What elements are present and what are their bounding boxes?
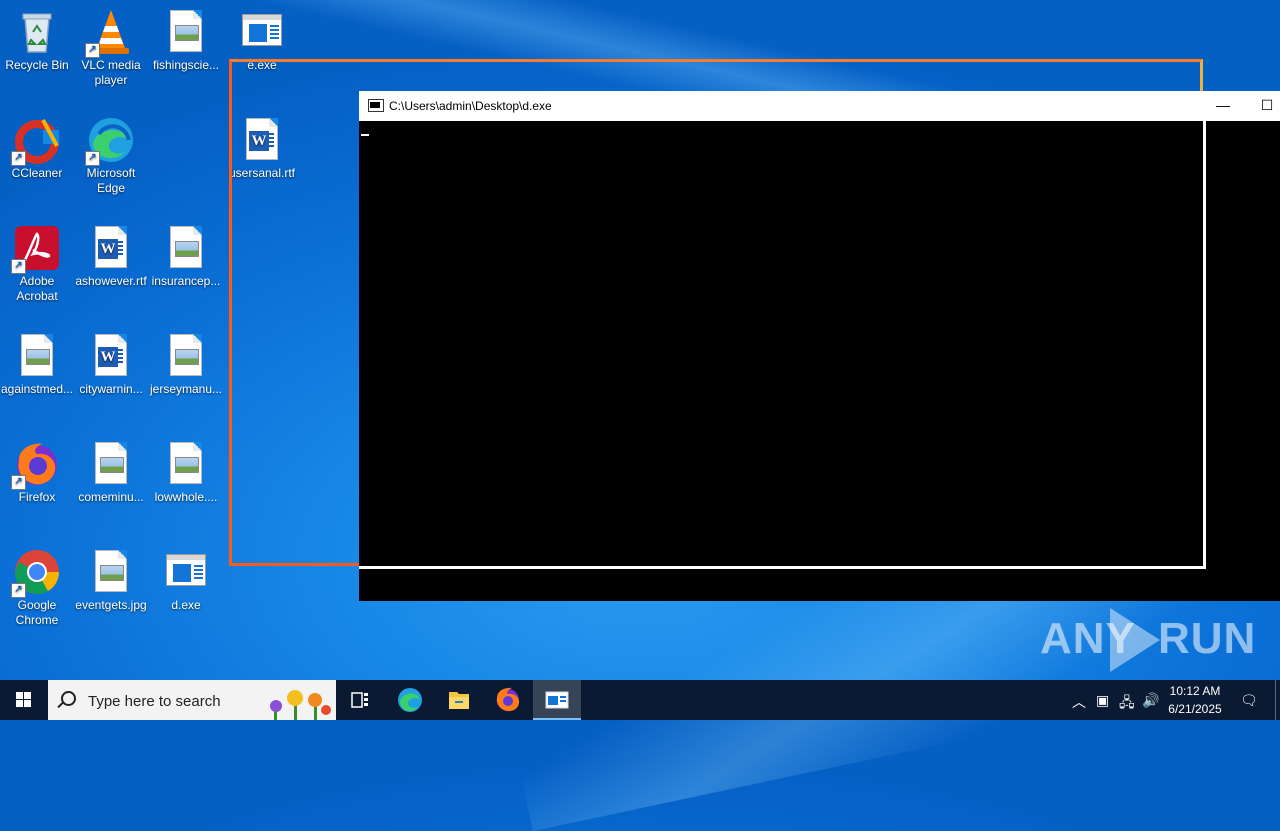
image-file-icon: [162, 440, 210, 488]
image-file-icon: [162, 8, 210, 56]
desktop-icon-firefox[interactable]: ↗ Firefox: [0, 440, 75, 505]
desktop-icon-google-chrome[interactable]: ↗ Google Chrome: [0, 548, 75, 628]
desktop-icon-label: VLC media player: [81, 58, 141, 87]
desktop-icon-label: Microsoft Edge: [86, 166, 136, 195]
taskbar-console[interactable]: [533, 680, 581, 720]
desktop-icon-d-exe[interactable]: d.exe: [148, 548, 224, 613]
start-button[interactable]: [0, 680, 48, 720]
console-window[interactable]: C:\Users\admin\Desktop\d.exe — ☐: [359, 91, 1280, 601]
windows-logo-icon: [16, 692, 32, 708]
console-title-bar[interactable]: C:\Users\admin\Desktop\d.exe — ☐: [359, 91, 1280, 121]
desktop-icon-label: againstmed...: [0, 382, 74, 396]
desktop-icon-label: lowwhole....: [154, 490, 218, 504]
text-cursor: [361, 134, 369, 136]
meet-now-icon[interactable]: ▣: [1096, 692, 1109, 709]
desktop-icon-label: Recycle Bin: [5, 58, 69, 72]
desktop-icon-jerseymanu[interactable]: jerseymanu...: [148, 332, 224, 397]
desktop-icon-label: Google Chrome: [15, 598, 59, 627]
minimize-button[interactable]: —: [1200, 91, 1246, 121]
word-file-icon: W: [87, 224, 135, 272]
taskbar-firefox[interactable]: [484, 680, 532, 720]
desktop-icon-e-exe[interactable]: e.exe: [224, 8, 300, 73]
image-file-icon: [162, 224, 210, 272]
desktop-icon-label: insurancep...: [151, 274, 221, 288]
desktop-icon-label: comeminu...: [78, 490, 144, 504]
desktop-icon-ashowever[interactable]: W ashowever.rtf: [73, 224, 149, 289]
taskbar: ︿ ▣ 🖧 🔊 10:12 AM 6/21/2025 🗨: [0, 680, 1280, 720]
desktop-icon-label: Firefox: [18, 490, 56, 504]
shortcut-arrow-icon: ↗: [11, 259, 26, 274]
desktop-icon-label: fishingscie...: [152, 58, 220, 72]
desktop-icon-label: ashowever.rtf: [75, 274, 147, 288]
taskbar-search-box[interactable]: [48, 680, 336, 720]
word-file-icon: W: [87, 332, 135, 380]
exe-file-icon: [238, 8, 286, 56]
desktop-icon-label: Adobe Acrobat: [16, 274, 58, 303]
vlc-icon: ↗: [85, 8, 135, 58]
console-icon: [545, 691, 569, 709]
shortcut-arrow-icon: ↗: [11, 475, 26, 490]
desktop-icon-recycle-bin[interactable]: Recycle Bin: [0, 8, 75, 73]
image-file-icon: [87, 548, 135, 596]
chrome-icon: ↗: [11, 548, 61, 598]
desktop-icon-edge[interactable]: ↗ Microsoft Edge: [73, 116, 149, 196]
desktop-icon-fishingscie[interactable]: fishingscie...: [148, 8, 224, 73]
edge-icon: ↗: [85, 116, 135, 166]
anyrun-watermark: ANY RUN: [1040, 606, 1255, 676]
clock-date[interactable]: 6/21/2025: [1164, 702, 1226, 716]
firefox-icon: ↗: [11, 440, 61, 490]
word-file-icon: W: [238, 116, 286, 164]
shortcut-arrow-icon: ↗: [11, 583, 26, 598]
desktop-icon-citywarnin[interactable]: W citywarnin...: [73, 332, 149, 397]
search-highlight-flowers-icon: [270, 690, 331, 720]
image-file-icon: [162, 332, 210, 380]
edge-icon: [398, 688, 422, 712]
task-view-icon: [351, 692, 368, 708]
desktop-icon-lowwhole[interactable]: lowwhole....: [148, 440, 224, 505]
taskbar-edge[interactable]: [386, 680, 434, 720]
firefox-icon: [496, 687, 520, 712]
desktop-icon-label: CCleaner: [11, 166, 63, 180]
desktop-icon-eventgets[interactable]: eventgets.jpg: [73, 548, 149, 613]
desktop-icon-label: eventgets.jpg: [75, 598, 147, 612]
console-app-icon: [368, 99, 384, 112]
console-title: C:\Users\admin\Desktop\d.exe: [389, 99, 552, 113]
recycle-bin-icon: [13, 8, 61, 56]
show-hidden-icons-chevron-icon[interactable]: ︿: [1072, 692, 1086, 712]
desktop-icon-label: d.exe: [171, 598, 201, 612]
desktop-icon-againstmed[interactable]: againstmed...: [0, 332, 75, 397]
volume-icon[interactable]: 🔊: [1142, 692, 1159, 709]
clock-time[interactable]: 10:12 AM: [1164, 684, 1226, 698]
task-view-button[interactable]: [336, 680, 384, 720]
search-icon: [61, 691, 76, 706]
network-icon[interactable]: 🖧: [1119, 692, 1135, 716]
desktop-icon-label: usersanal.rtf: [228, 166, 296, 180]
image-file-icon: [87, 440, 135, 488]
acrobat-icon: ↗: [11, 224, 61, 274]
watermark-text-right: RUN: [1158, 614, 1257, 663]
play-icon: [1110, 608, 1160, 672]
desktop-icon-adobe-acrobat[interactable]: ↗ Adobe Acrobat: [0, 224, 75, 304]
desktop-icon-insurancep[interactable]: insurancep...: [148, 224, 224, 289]
desktop-icon-label: jerseymanu...: [149, 382, 223, 396]
folder-icon: [449, 692, 469, 709]
taskbar-file-explorer[interactable]: [435, 680, 483, 720]
image-file-icon: [13, 332, 61, 380]
shortcut-arrow-icon: ↗: [11, 151, 26, 166]
desktop-icon-vlc[interactable]: ↗ VLC media player: [73, 8, 149, 88]
shortcut-arrow-icon: ↗: [85, 43, 100, 58]
show-desktop-divider[interactable]: [1275, 680, 1276, 720]
shortcut-arrow-icon: ↗: [85, 151, 100, 166]
desktop-icon-ccleaner[interactable]: ↗ CCleaner: [0, 116, 75, 181]
desktop-icon-label: e.exe: [247, 58, 277, 72]
ccleaner-icon: ↗: [11, 116, 61, 166]
search-input[interactable]: [86, 690, 260, 712]
desktop-icon-comeminu[interactable]: comeminu...: [73, 440, 149, 505]
exe-file-icon: [162, 548, 210, 596]
desktop-icon-label: citywarnin...: [79, 382, 143, 396]
desktop-icon-usersanal[interactable]: W usersanal.rtf: [224, 116, 300, 181]
maximize-button[interactable]: ☐: [1244, 91, 1280, 121]
notifications-icon[interactable]: 🗨: [1240, 692, 1258, 709]
